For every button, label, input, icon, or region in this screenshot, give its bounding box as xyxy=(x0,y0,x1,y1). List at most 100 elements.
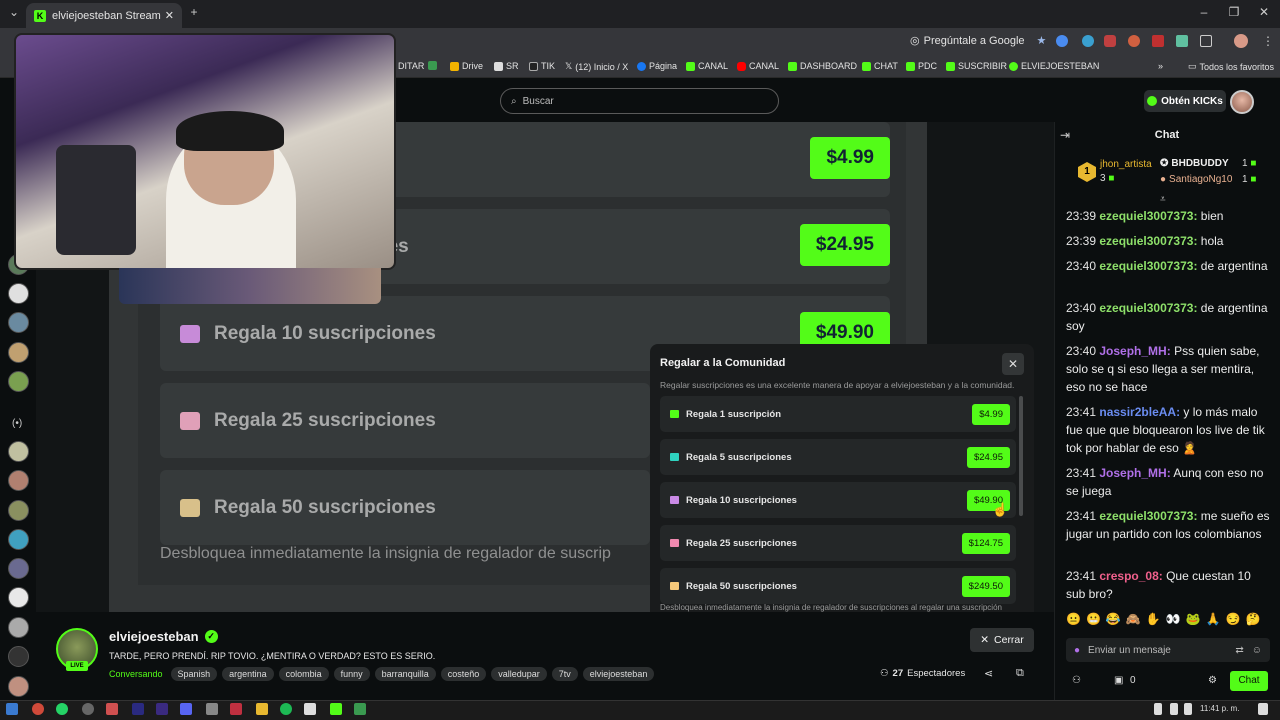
chat-username[interactable]: crespo_08: xyxy=(1099,569,1162,583)
stream-tag[interactable]: colombia xyxy=(278,667,329,681)
browser-menu-icon[interactable]: ⋮ xyxy=(1262,34,1274,48)
after-effects-icon[interactable] xyxy=(156,703,168,715)
chat-username[interactable]: nassir2bleAA: xyxy=(1099,405,1180,419)
extension-icon[interactable] xyxy=(1104,35,1116,47)
network-tray-icon[interactable] xyxy=(1170,703,1178,715)
gift-option[interactable]: Regala 1 suscripción $4.99 xyxy=(660,396,1016,432)
chat-username[interactable]: ezequiel3007373: xyxy=(1099,259,1197,273)
user-avatar[interactable] xyxy=(1230,90,1254,114)
get-kicks-button[interactable]: Obtén KICKs xyxy=(1144,90,1226,112)
maximize-icon[interactable]: ❐ xyxy=(1224,5,1244,19)
chat-username[interactable]: Joseph_MH: xyxy=(1099,344,1170,358)
gift-price-button[interactable]: $4.99 xyxy=(972,403,1010,425)
share-icon[interactable]: ⋖ xyxy=(984,667,993,680)
discord-icon[interactable] xyxy=(180,703,192,715)
app-icon[interactable] xyxy=(230,703,242,715)
profile-avatar[interactable] xyxy=(1234,34,1248,48)
chat-username[interactable]: ezequiel3007373: xyxy=(1099,234,1197,248)
all-favorites-folder[interactable]: ▭ Todos los favoritos xyxy=(1188,61,1274,72)
emote-icon[interactable]: 🙈 xyxy=(1126,612,1141,632)
bookmark-item[interactable]: Página xyxy=(637,61,677,71)
chat-username[interactable]: ezequiel3007373: xyxy=(1099,509,1197,523)
app-icon[interactable] xyxy=(354,703,366,715)
stream-tag[interactable]: elviejoesteban xyxy=(582,667,655,681)
kick-icon[interactable] xyxy=(330,703,342,715)
gift-price-button[interactable]: $124.75 xyxy=(961,532,1010,554)
dialog-scrollbar[interactable] xyxy=(1019,396,1023,516)
emote-icon[interactable]: 👀 xyxy=(1166,612,1181,632)
bookmark-item[interactable]: Drive xyxy=(450,61,483,71)
notifications-tray-icon[interactable] xyxy=(1258,703,1268,715)
gifter-entry[interactable]: ✪ BHDBUDDY xyxy=(1160,158,1229,169)
bookmark-item[interactable] xyxy=(428,61,437,70)
gift-option[interactable]: Regala 5 suscripciones $24.95 xyxy=(660,439,1016,475)
stream-tag[interactable]: argentina xyxy=(222,667,274,681)
chat-username[interactable]: ezequiel3007373: xyxy=(1099,301,1197,315)
recommended-channel-avatar[interactable] xyxy=(8,617,29,638)
app-icon[interactable] xyxy=(106,703,118,715)
extension-icon[interactable] xyxy=(1082,35,1094,47)
expand-leaderboard-icon[interactable]: ⩡ xyxy=(1160,194,1166,205)
gear-icon[interactable]: ⚙ xyxy=(1208,675,1217,686)
recommended-channel-avatar[interactable] xyxy=(8,470,29,491)
recommended-channel-avatar[interactable] xyxy=(8,558,29,579)
emote-icon[interactable]: 🤔 xyxy=(1246,612,1261,632)
tab-close-icon[interactable]: ✕ xyxy=(165,9,174,22)
close-modal-button[interactable]: ✕ Cerrar xyxy=(970,628,1034,652)
dialog-close-button[interactable]: ✕ xyxy=(1002,353,1024,375)
recommended-channel-avatar[interactable] xyxy=(8,646,29,667)
minimize-icon[interactable]: – xyxy=(1194,5,1214,19)
chat-username[interactable]: ezequiel3007373: xyxy=(1099,209,1197,223)
chrome-icon[interactable] xyxy=(32,703,44,715)
bookmark-item[interactable]: SUSCRIBIR xyxy=(946,61,1007,71)
extension-icon[interactable] xyxy=(1128,35,1140,47)
stream-tag[interactable]: costeño xyxy=(440,667,487,681)
translate-icon[interactable]: ⇄ xyxy=(1235,645,1243,656)
recommended-channel-avatar[interactable] xyxy=(8,500,29,521)
recommended-channel-avatar[interactable] xyxy=(8,676,29,697)
followed-channel-avatar[interactable] xyxy=(8,283,29,304)
app-icon[interactable] xyxy=(206,703,218,715)
bookmark-item[interactable]: SR xyxy=(494,61,519,71)
new-tab-icon[interactable]: + xyxy=(184,5,204,19)
whatsapp-icon[interactable] xyxy=(56,703,68,715)
recommended-channel-avatar[interactable] xyxy=(8,587,29,608)
bookmark-item[interactable]: TIK xyxy=(529,61,555,71)
microphone-tray-icon[interactable] xyxy=(1154,703,1162,715)
taskbar-clock[interactable]: 11:41 p. m. xyxy=(1200,704,1239,713)
emote-icon[interactable]: 😐 xyxy=(1066,612,1081,632)
followed-channel-avatar[interactable] xyxy=(8,312,29,333)
ask-google-button[interactable]: ◎ Pregúntale a Google ★ xyxy=(910,34,1046,48)
stream-tag[interactable]: barranquilla xyxy=(374,667,436,681)
top-gifter-name[interactable]: jhon_artista xyxy=(1100,159,1152,170)
file-explorer-icon[interactable] xyxy=(256,703,268,715)
extension-icon[interactable] xyxy=(1152,35,1164,47)
emote-icon[interactable]: 🐸 xyxy=(1186,612,1201,632)
premiere-icon[interactable] xyxy=(132,703,144,715)
microphone-icon[interactable]: ● xyxy=(1074,645,1080,656)
stream-tag[interactable]: 7tv xyxy=(551,667,578,681)
obs-icon[interactable] xyxy=(82,703,94,715)
tab-search-icon[interactable]: ⌄ xyxy=(4,5,24,19)
emote-icon[interactable]: 😏 xyxy=(1226,612,1241,632)
gift-option[interactable]: Regala 25 suscripciones $124.75 xyxy=(660,525,1016,561)
bookmark-item[interactable]: 𝕏 (12) Inicio / X xyxy=(565,61,628,72)
gifter-entry[interactable]: ● SantiagoNg10 xyxy=(1160,174,1232,185)
gift-option[interactable]: Regala 10 suscripciones $49.90 xyxy=(660,482,1016,518)
bookmark-item[interactable]: CHAT xyxy=(862,61,898,71)
emote-icon[interactable]: 😂 xyxy=(1106,612,1121,632)
gift-price-button[interactable]: $24.95 xyxy=(966,446,1010,468)
extensions-puzzle-icon[interactable] xyxy=(1200,35,1212,47)
stream-tag[interactable]: valledupar xyxy=(491,667,547,681)
close-window-icon[interactable]: ✕ xyxy=(1254,5,1274,19)
start-menu-icon[interactable] xyxy=(6,703,18,715)
chat-settings-link-icon[interactable]: ⚇ xyxy=(1072,675,1081,686)
recommended-channel-avatar[interactable] xyxy=(8,529,29,550)
extension-icon[interactable] xyxy=(1176,35,1188,47)
emote-icon[interactable]: ✋ xyxy=(1146,612,1161,632)
bookmark-item[interactable]: PDC xyxy=(906,61,937,71)
emote-icon[interactable]: 😬 xyxy=(1086,612,1101,632)
followed-channel-avatar[interactable] xyxy=(8,371,29,392)
notion-icon[interactable] xyxy=(304,703,316,715)
bookmark-item[interactable]: CANAL xyxy=(686,61,728,71)
